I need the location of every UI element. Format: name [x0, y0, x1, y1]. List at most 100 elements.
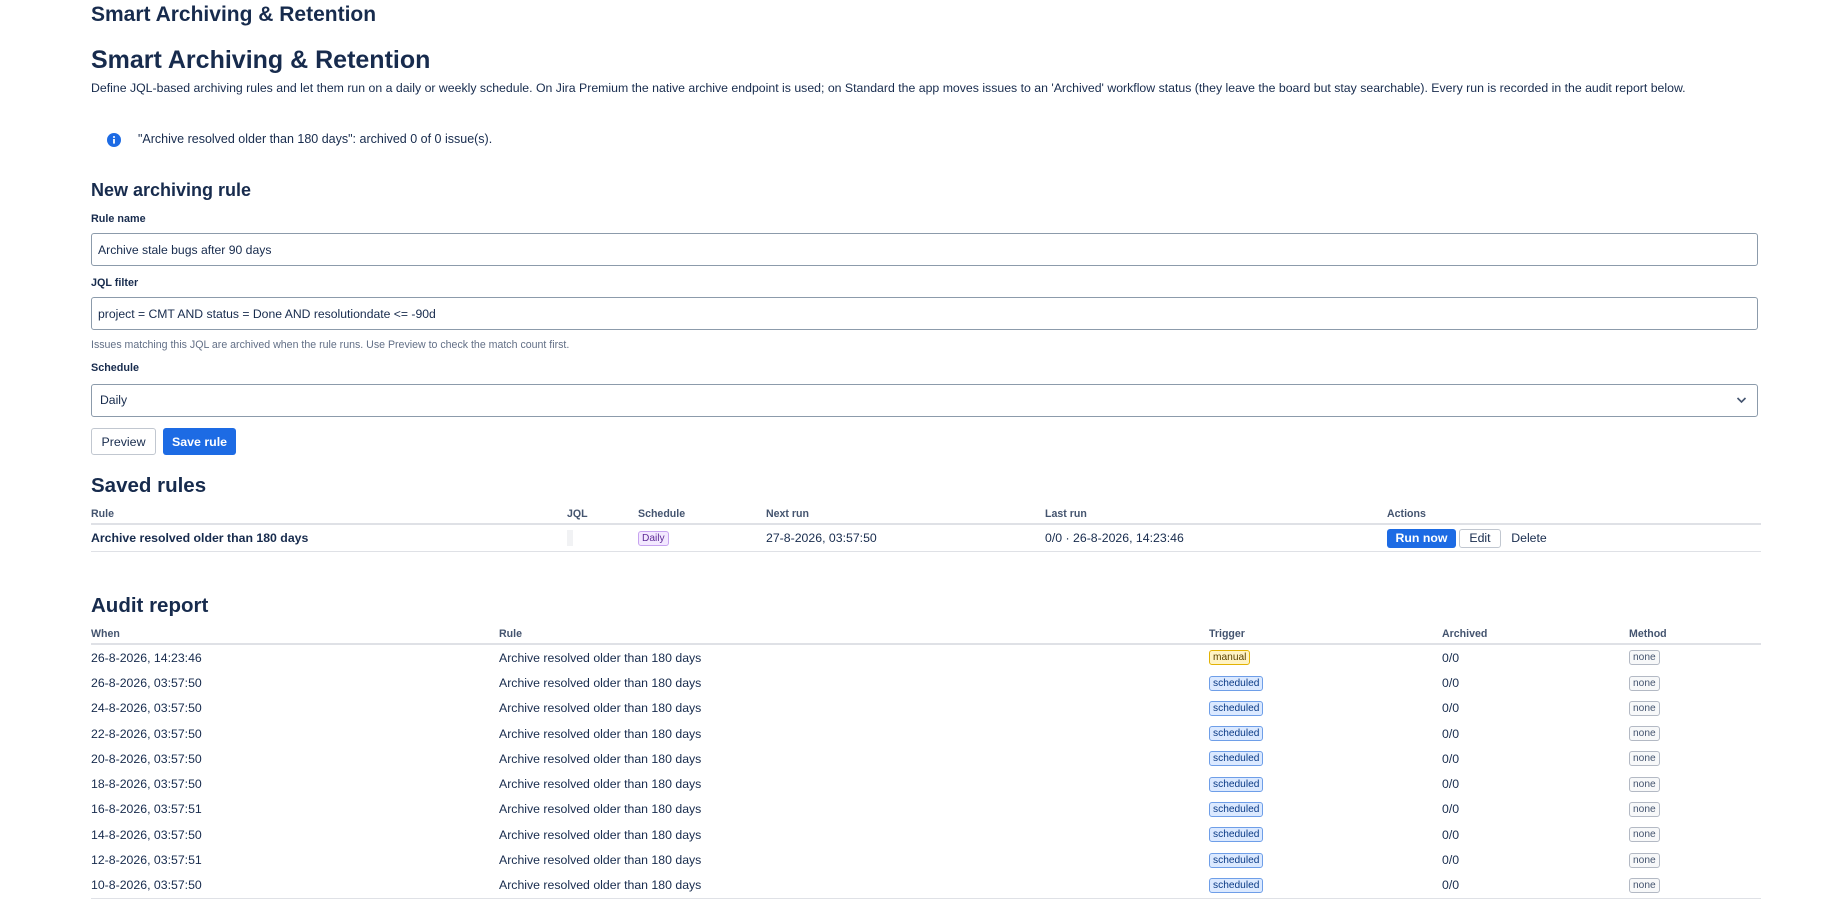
column-header-actions: Actions [1387, 504, 1761, 525]
app-title: Smart Archiving & Retention [91, 3, 377, 26]
trigger-cell: scheduled [1209, 696, 1442, 721]
when-cell: 22-8-2026, 03:57:50 [91, 726, 202, 741]
method-lozenge: none [1629, 650, 1660, 666]
table-row: 26-8-2026, 14:23:46 Archive resolved old… [91, 644, 1761, 670]
method-cell: none [1629, 721, 1761, 746]
delete-button[interactable]: Delete [1503, 529, 1555, 548]
table-row: 12-8-2026, 03:57:51 Archive resolved old… [91, 847, 1761, 872]
rule-cell: Archive resolved older than 180 days [499, 675, 702, 690]
column-header-last-run: Last run [1045, 504, 1387, 525]
jql-code-block [567, 530, 573, 546]
audit-table-body: 26-8-2026, 14:23:46 Archive resolved old… [91, 644, 1761, 899]
method-lozenge: none [1629, 700, 1660, 716]
table-header-row: When Rule Trigger Archived Method [91, 624, 1761, 645]
trigger-cell: scheduled [1209, 746, 1442, 771]
table-row: 18-8-2026, 03:57:50 Archive resolved old… [91, 771, 1761, 796]
rule-name-input[interactable] [91, 233, 1758, 266]
jql-filter-input[interactable] [91, 297, 1758, 330]
column-header-schedule: Schedule [638, 504, 766, 525]
next-run-cell: 27-8-2026, 03:57:50 [766, 524, 1045, 552]
new-rule-heading: New archiving rule [91, 180, 252, 200]
method-lozenge: none [1629, 751, 1660, 767]
method-cell: none [1629, 822, 1761, 847]
schedule-select[interactable]: Daily [91, 384, 1758, 417]
table-row: 16-8-2026, 03:57:51 Archive resolved old… [91, 797, 1761, 822]
when-cell: 16-8-2026, 03:57:51 [91, 802, 202, 817]
archived-cell: 0/0 [1442, 726, 1460, 741]
page-description: Define JQL-based archiving rules and let… [91, 81, 1686, 95]
archived-cell: 0/0 [1442, 751, 1460, 766]
trigger-cell: scheduled [1209, 797, 1442, 822]
column-header-when: When [91, 624, 499, 645]
column-header-archived: Archived [1442, 624, 1629, 645]
when-cell: 12-8-2026, 03:57:51 [91, 853, 202, 868]
trigger-lozenge: manual [1209, 650, 1251, 666]
method-cell: none [1629, 696, 1761, 721]
trigger-lozenge: scheduled [1209, 802, 1264, 818]
rule-name-label: Rule name [91, 213, 146, 225]
trigger-cell: scheduled [1209, 721, 1442, 746]
info-icon [107, 133, 121, 147]
table-header-row: Rule JQL Schedule Next run Last run Acti… [91, 504, 1761, 525]
when-cell: 26-8-2026, 14:23:46 [91, 650, 202, 665]
chevron-down-icon [1736, 397, 1747, 404]
trigger-lozenge: scheduled [1209, 751, 1264, 767]
trigger-cell: scheduled [1209, 771, 1442, 796]
jql-filter-label: JQL filter [91, 277, 139, 289]
table-row: 22-8-2026, 03:57:50 Archive resolved old… [91, 721, 1761, 746]
schedule-label: Schedule [91, 362, 140, 374]
trigger-lozenge: scheduled [1209, 700, 1264, 716]
actions-cell: Run now Edit Delete [1387, 524, 1761, 552]
rule-name-cell: Archive resolved older than 180 days [91, 524, 567, 552]
run-now-button[interactable]: Run now [1387, 528, 1456, 548]
table-row: 10-8-2026, 03:57:50 Archive resolved old… [91, 872, 1761, 899]
rule-cell: Archive resolved older than 180 days [499, 827, 702, 842]
method-lozenge: none [1629, 877, 1660, 893]
rule-cell: Archive resolved older than 180 days [499, 802, 702, 817]
archived-cell: 0/0 [1442, 872, 1629, 899]
trigger-lozenge: scheduled [1209, 877, 1264, 893]
trigger-cell: manual [1209, 644, 1442, 670]
column-header-trigger: Trigger [1209, 624, 1442, 645]
archived-cell: 0/0 [1442, 650, 1460, 665]
method-cell: none [1629, 746, 1761, 771]
method-cell: none [1629, 644, 1761, 670]
column-header-next-run: Next run [766, 504, 1045, 525]
trigger-lozenge: scheduled [1209, 827, 1264, 843]
when-cell: 24-8-2026, 03:57:50 [91, 701, 202, 716]
when-cell: 26-8-2026, 03:57:50 [91, 675, 202, 690]
audit-report-heading: Audit report [91, 594, 209, 617]
trigger-lozenge: scheduled [1209, 726, 1264, 742]
rule-cell: Archive resolved older than 180 days [499, 726, 702, 741]
method-cell: none [1629, 872, 1761, 899]
archived-cell: 0/0 [1442, 853, 1460, 868]
when-cell: 14-8-2026, 03:57:50 [91, 827, 202, 842]
when-cell: 18-8-2026, 03:57:50 [91, 777, 202, 792]
archived-cell: 0/0 [1442, 777, 1460, 792]
method-cell: none [1629, 847, 1761, 872]
last-run-cell: 0/0 · 26-8-2026, 14:23:46 [1045, 524, 1387, 552]
edit-button[interactable]: Edit [1459, 528, 1501, 548]
method-lozenge: none [1629, 726, 1660, 742]
schedule-cell: Daily [638, 524, 766, 552]
rule-cell: Archive resolved older than 180 days [499, 853, 702, 868]
method-lozenge: none [1629, 802, 1660, 818]
saved-rules-table: Rule JQL Schedule Next run Last run Acti… [91, 504, 1761, 552]
save-rule-button[interactable]: Save rule [163, 428, 236, 455]
trigger-cell: scheduled [1209, 670, 1442, 695]
table-row: Archive resolved older than 180 days Dai… [91, 524, 1761, 552]
column-header-jql: JQL [567, 504, 638, 525]
table-row: 20-8-2026, 03:57:50 Archive resolved old… [91, 746, 1761, 771]
rule-cell: Archive resolved older than 180 days [499, 751, 702, 766]
preview-button[interactable]: Preview [91, 428, 156, 455]
page-title: Smart Archiving & Retention [91, 46, 431, 74]
schedule-selected-value: Daily [100, 393, 128, 407]
column-header-rule: Rule [499, 624, 1209, 645]
method-cell: none [1629, 771, 1761, 796]
method-lozenge: none [1629, 776, 1660, 792]
method-cell: none [1629, 797, 1761, 822]
column-header-rule: Rule [91, 504, 567, 525]
table-row: 26-8-2026, 03:57:50 Archive resolved old… [91, 670, 1761, 695]
jql-helper-text: Issues matching this JQL are archived wh… [91, 339, 570, 351]
trigger-cell: scheduled [1209, 822, 1442, 847]
